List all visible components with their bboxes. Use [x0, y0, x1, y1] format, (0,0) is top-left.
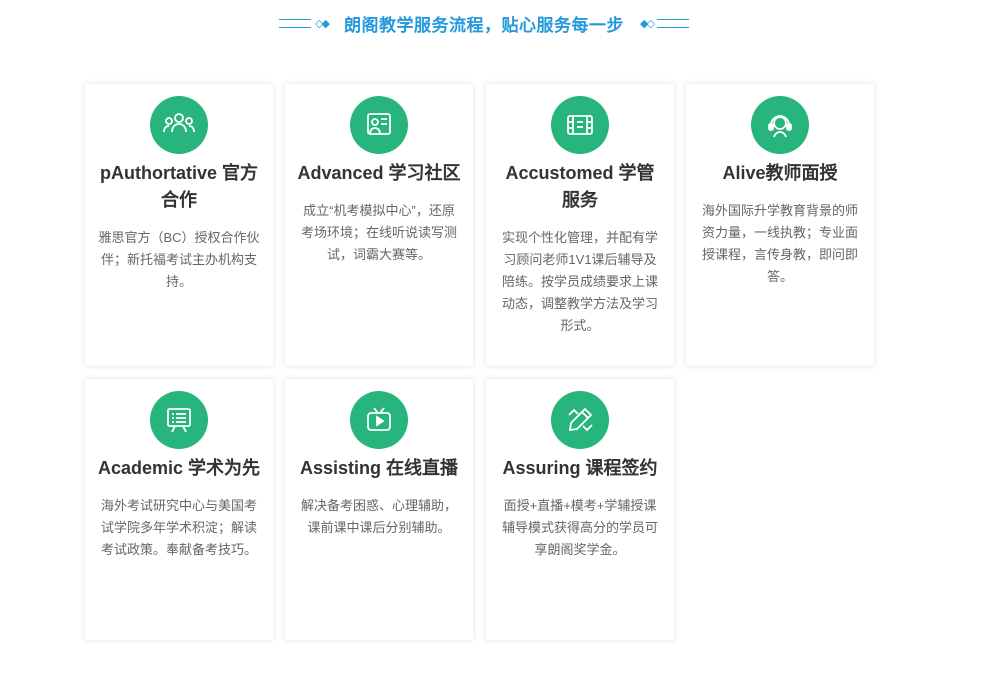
whiteboard-icon	[150, 391, 208, 449]
heading-left-decoration: ◇◆	[279, 17, 332, 30]
card-description: 面授+直播+模考+学辅授课辅导模式获得高分的学员可享朗阁奖学金。	[501, 498, 658, 557]
card-description: 海外国际升学教育背景的师资力量，一线执教；专业面授课程，言传身教，即问即答。	[701, 203, 858, 284]
card-title: Academic 学术为先	[97, 458, 261, 478]
double-line-icon	[279, 19, 312, 28]
service-card-course-contract[interactable]: Assuring 课程签约 面授+直播+模考+学辅授课辅导模式获得高分的学员可享…	[486, 379, 674, 640]
card-description: 解决备考困惑、心理辅助，课前课中课后分别辅助。	[300, 498, 457, 535]
card-title: Assuring 课程签约	[502, 458, 658, 478]
diamond-icon: ◆◇	[640, 18, 655, 30]
headset-icon	[751, 96, 809, 154]
service-card-official-cooperation[interactable]: pAuthortative 官方合作 雅思官方（BC）授权合作伙伴；新托福考试主…	[85, 84, 273, 366]
heading-right-decoration: ◆◇	[636, 17, 689, 30]
team-icon	[150, 96, 208, 154]
pencil-ruler-icon	[551, 391, 609, 449]
card-description: 雅思官方（BC）授权合作伙伴；新托福考试主办机构支持。	[98, 230, 260, 289]
service-card-academic-first[interactable]: Academic 学术为先 海外考试研究中心与美国考试学院多年学术积淀；解读考试…	[85, 379, 273, 640]
service-card-study-management[interactable]: Accustomed 学管服务 实现个性化管理，并配有学习顾问老师1V1课后辅导…	[486, 84, 674, 366]
section-heading: ◇◆ 朗阁教学服务流程，贴心服务每一步 ◆◇	[0, 11, 968, 36]
service-card-learning-community[interactable]: Advanced 学习社区 成立“机考模拟中心”，还原考场环境；在线听说读写测试…	[285, 84, 473, 366]
card-title: pAuthortative 官方合作	[99, 163, 258, 210]
card-title: Alive教师面授	[722, 163, 838, 183]
page-title: 朗阁教学服务流程，贴心服务每一步	[344, 16, 624, 35]
diamond-icon: ◇◆	[315, 18, 330, 30]
card-title: Accustomed 学管服务	[505, 163, 655, 210]
tv-play-icon	[350, 391, 408, 449]
card-description: 海外考试研究中心与美国考试学院多年学术积淀；解读考试政策。奉献备考技巧。	[100, 498, 257, 557]
double-line-icon	[656, 19, 689, 28]
service-card-face-teaching[interactable]: Alive教师面授 海外国际升学教育背景的师资力量，一线执教；专业面授课程，言传…	[686, 84, 874, 366]
card-title: Advanced 学习社区	[297, 163, 461, 183]
service-card-online-live[interactable]: Assisting 在线直播 解决备考困惑、心理辅助，课前课中课后分别辅助。	[285, 379, 473, 640]
card-description: 实现个性化管理，并配有学习顾问老师1V1课后辅导及陪练。按学员成绩要求上课动态，…	[501, 230, 658, 333]
card-title: Assisting 在线直播	[299, 458, 459, 478]
presenter-board-icon	[350, 96, 408, 154]
film-strip-icon	[551, 96, 609, 154]
card-description: 成立“机考模拟中心”，还原考场环境；在线听说读写测试，词霸大赛等。	[300, 203, 457, 262]
